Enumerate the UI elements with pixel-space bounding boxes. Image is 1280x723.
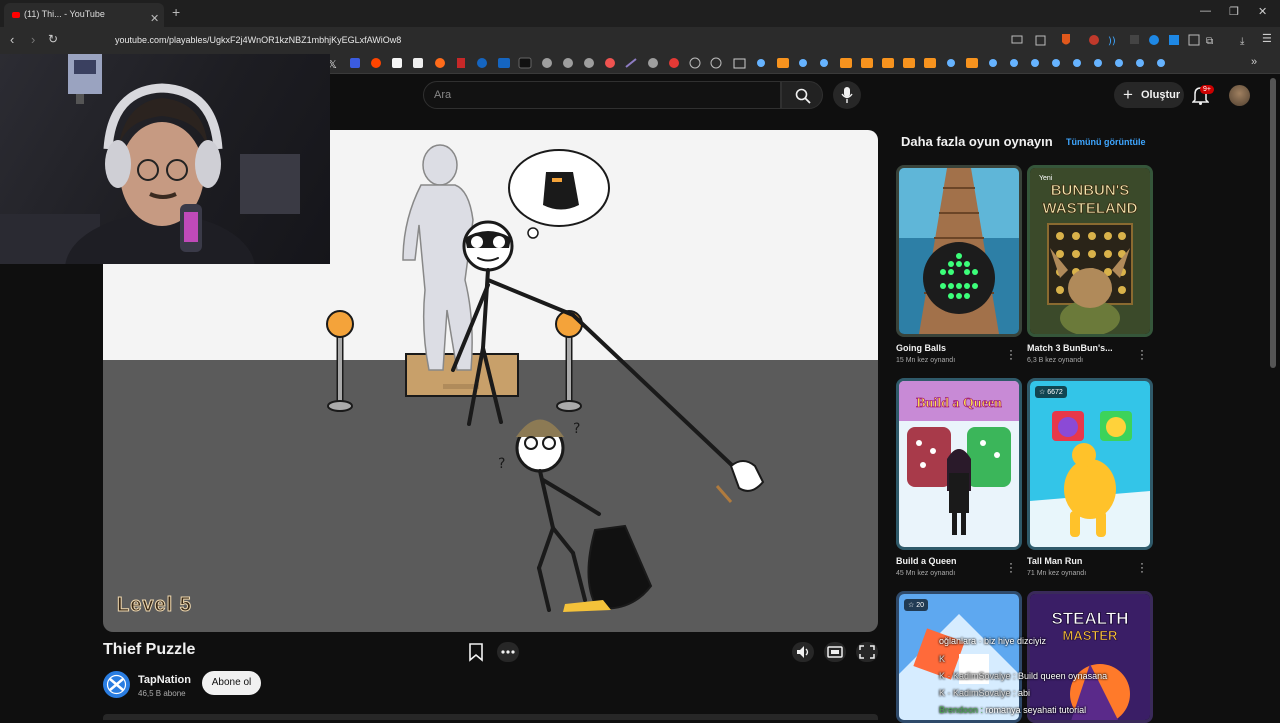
card-title[interactable]: Build a Queen: [896, 556, 1016, 566]
more-games-heading: Daha fazla oyun oynayın: [901, 134, 1053, 149]
game-card-tall-man-run[interactable]: ☆ 6672: [1027, 378, 1153, 550]
search-input[interactable]: Ara: [423, 81, 781, 109]
svg-text:WASTELAND: WASTELAND: [1043, 200, 1138, 217]
svg-text:MASTER: MASTER: [1063, 628, 1119, 643]
game-title: Thief Puzzle: [103, 641, 196, 658]
create-button[interactable]: + Oluştur: [1114, 82, 1184, 108]
game-card-build-a-queen[interactable]: Build a Queen: [896, 378, 1022, 550]
chat-text: oğlanlara · biz hiye dizciyiz: [939, 636, 1047, 646]
bookmarks-overflow-icon[interactable]: »: [1251, 56, 1257, 68]
streamer-webcam-image: [0, 54, 300, 264]
plus-icon: +: [1123, 85, 1133, 104]
voice-search-button[interactable]: [833, 81, 861, 109]
chat-message: Brendoon : romanya seyahati tutorial: [939, 705, 1086, 715]
chat-message: oğlanlara · biz hiye dizciyiz: [939, 636, 1046, 646]
channel-logo[interactable]: [103, 671, 130, 698]
reload-icon[interactable]: ↻: [48, 32, 58, 46]
tab-title: (11) Thi... - YouTube: [24, 9, 105, 19]
svg-text:STEALTH: STEALTH: [1051, 609, 1128, 628]
fullscreen-icon[interactable]: [856, 642, 878, 662]
notification-count-badge: 9+: [1200, 85, 1214, 94]
game-thumbnail-5: [899, 594, 1019, 720]
search-button[interactable]: [781, 81, 823, 109]
create-label: Oluştur: [1141, 89, 1181, 101]
game-card-going-balls[interactable]: [896, 165, 1022, 337]
game-card-5[interactable]: ☆ 20: [896, 591, 1022, 723]
volume-icon[interactable]: [792, 642, 814, 662]
see-all-link[interactable]: Tümünü görüntüle: [1066, 137, 1145, 147]
svg-text:⧉: ⧉: [1206, 36, 1213, 47]
chat-text: abi: [1018, 688, 1031, 698]
card-menu-icon[interactable]: · · ·: [1008, 557, 1014, 577]
search-placeholder: Ara: [434, 89, 452, 101]
card-menu-icon[interactable]: · · ·: [1139, 557, 1145, 577]
minimize-icon[interactable]: —: [1200, 5, 1211, 17]
svg-text:)): )): [1108, 36, 1116, 47]
page-scrollbar[interactable]: [1270, 78, 1276, 368]
svg-text:Build a Queen: Build a Queen: [916, 396, 1002, 411]
card-title[interactable]: Going Balls: [896, 343, 1016, 353]
extension-icons[interactable]: )) ⧉ ⤓: [1010, 33, 1260, 48]
chat-text: Build queen oynasana: [1018, 671, 1108, 681]
svg-text:⤓: ⤓: [1240, 36, 1245, 47]
new-badge: Yeni: [1039, 175, 1053, 182]
card-play-count: 15 Mn kez oynandı: [896, 357, 956, 364]
more-options-icon[interactable]: [497, 642, 519, 662]
card-title[interactable]: Match 3 BunBun's...: [1027, 343, 1147, 353]
card-play-count: 6,3 B kez oynandı: [1027, 357, 1084, 364]
card-menu-icon[interactable]: · · ·: [1008, 344, 1014, 364]
tall-man-run-thumbnail: [1030, 381, 1150, 547]
subscribe-button[interactable]: Abone ol: [202, 671, 261, 695]
rating-badge: ☆ 20: [904, 599, 929, 611]
description-box[interactable]: [103, 714, 878, 720]
stealth-master-thumbnail: STEALTH MASTER: [1030, 594, 1150, 720]
restore-icon[interactable]: ❐: [1229, 5, 1239, 18]
rating-badge: ☆ 6672: [1035, 386, 1067, 398]
forward-icon[interactable]: ›: [31, 32, 35, 47]
menu-icon[interactable]: ☰: [1262, 32, 1272, 45]
chat-message: K · KadimSovalye : Build queen oynasana: [939, 671, 1107, 681]
search-icon: [795, 88, 811, 104]
tapnation-logo-icon: [106, 674, 127, 695]
game-card-match-3-bunbun[interactable]: BUNBUN'S WASTELAND Yeni: [1027, 165, 1153, 337]
card-menu-icon[interactable]: · · ·: [1139, 344, 1145, 364]
build-a-queen-thumbnail: Build a Queen: [899, 381, 1019, 547]
back-icon[interactable]: ‹: [10, 32, 14, 47]
user-avatar[interactable]: [1229, 85, 1250, 106]
address-bar: ‹ › ↻ youtube.com/playables/UgkxF2j4WnOR…: [0, 27, 1280, 54]
chat-message: K: [939, 654, 945, 664]
svg-text:BUNBUN'S: BUNBUN'S: [1051, 182, 1130, 199]
channel-name[interactable]: TapNation: [138, 674, 191, 686]
chat-user: Brendoon :: [939, 705, 984, 715]
svg-text:?: ?: [498, 456, 505, 472]
bookmark-icons[interactable]: 𝕏: [328, 57, 1168, 71]
theater-mode-icon[interactable]: [824, 642, 846, 662]
channel-subscriber-count: 46,5 B abone: [138, 689, 186, 698]
card-play-count: 45 Mn kez oynandı: [896, 570, 956, 577]
browser-tab-bar: (11) Thi... - YouTube ✕ + — ❐ ✕: [0, 0, 1280, 27]
card-play-count: 71 Mn kez oynandı: [1027, 570, 1087, 577]
microphone-icon: [841, 87, 853, 103]
url-field[interactable]: youtube.com/playables/UgkxF2j4WnOR1kzNBZ…: [115, 35, 401, 45]
chat-user: K: [939, 654, 946, 664]
webcam-overlay: [0, 54, 330, 264]
going-balls-thumbnail: [899, 168, 1019, 334]
svg-text:?: ?: [573, 421, 580, 437]
youtube-favicon-icon: [12, 11, 20, 18]
chat-text: romanya seyahati tutorial: [985, 705, 1087, 715]
card-title[interactable]: Tall Man Run: [1027, 556, 1147, 566]
browser-tab[interactable]: (11) Thi... - YouTube ✕: [4, 3, 164, 27]
level-label: Level 5: [117, 594, 192, 617]
new-tab-icon[interactable]: +: [172, 4, 180, 20]
bunbun-wasteland-thumbnail: BUNBUN'S WASTELAND: [1030, 168, 1150, 334]
save-bookmark-icon[interactable]: [466, 642, 486, 662]
chat-user: K · KadimSovalye :: [939, 688, 1016, 698]
window-close-icon[interactable]: ✕: [1258, 5, 1267, 18]
chat-user: K · KadimSovalye :: [939, 671, 1016, 681]
chat-message: K · KadimSovalye : abi: [939, 688, 1030, 698]
game-card-stealth-master[interactable]: STEALTH MASTER: [1027, 591, 1153, 723]
